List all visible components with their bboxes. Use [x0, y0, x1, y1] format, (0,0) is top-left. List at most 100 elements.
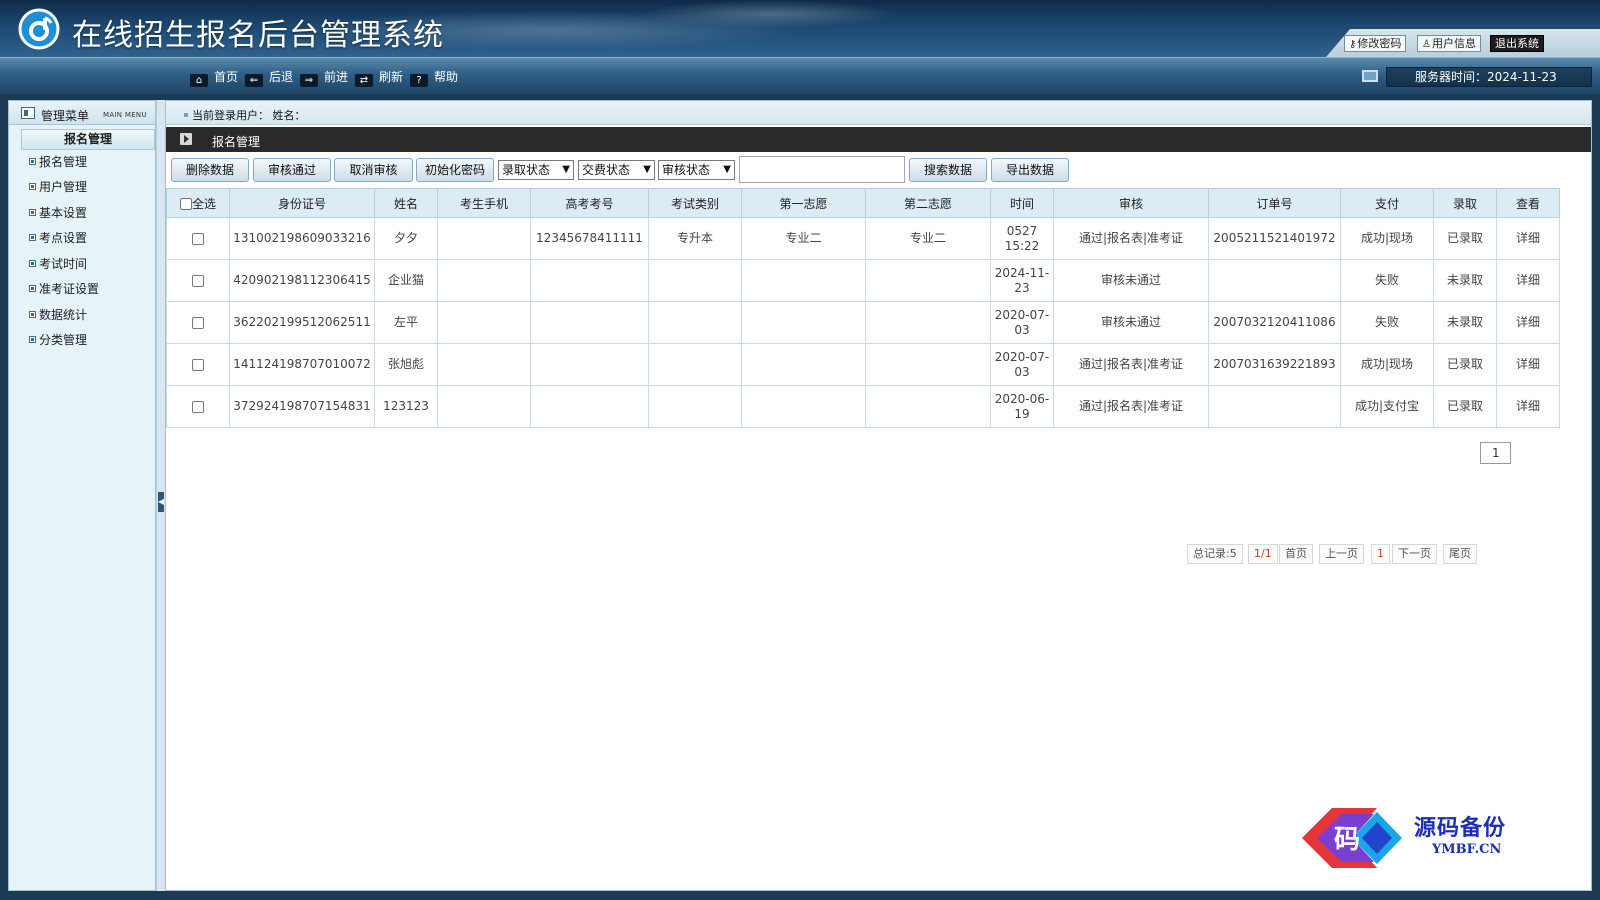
- sidebar-item-categories[interactable]: 分类管理: [29, 331, 87, 348]
- bullet-icon: [29, 336, 36, 343]
- first-page-button[interactable]: 首页: [1279, 544, 1313, 564]
- time-cell: 2020-07-03: [990, 343, 1054, 386]
- category-cell: [648, 259, 742, 302]
- sidebar: 管理菜单 MAIN MENU 报名管理 报名管理 用户管理 基本设置 考点设置 …: [8, 100, 156, 891]
- column-header: 考试类别: [648, 188, 742, 218]
- current-user-bar: 当前登录用户： 姓名：: [166, 101, 1591, 125]
- chevron-down-icon: ▼: [562, 164, 570, 175]
- choice1-cell: [741, 343, 866, 386]
- select-all-header[interactable]: 全选: [166, 188, 230, 218]
- sidebar-item-registration[interactable]: 报名管理: [29, 153, 87, 170]
- exam-no-cell: 12345678411111: [530, 217, 649, 260]
- row-checkbox[interactable]: [192, 274, 204, 287]
- change-password-link[interactable]: ⚷修改密码: [1344, 35, 1407, 52]
- sidebar-item-statistics[interactable]: 数据统计: [29, 306, 87, 323]
- watermark-logo-icon: 码: [1302, 808, 1402, 868]
- fee-status-select[interactable]: 交费状态 ▼: [578, 160, 655, 180]
- next-page-button[interactable]: 下一页: [1392, 544, 1437, 564]
- review-links[interactable]: 审核未通过: [1053, 301, 1209, 344]
- choice1-cell: [741, 385, 866, 428]
- total-records: 总记录:5: [1187, 544, 1243, 564]
- home-icon: ⌂: [190, 74, 208, 87]
- pay-status: 成功|现场: [1340, 343, 1434, 386]
- page-jump-input[interactable]: 1: [1480, 442, 1511, 464]
- forward-icon: ⇒: [300, 74, 318, 87]
- user-info-link[interactable]: ♙用户信息: [1417, 35, 1481, 52]
- detail-link[interactable]: 详细: [1496, 217, 1560, 260]
- detail-link[interactable]: 详细: [1496, 343, 1560, 386]
- category-cell: 专升本: [648, 217, 742, 260]
- menu-icon: [21, 107, 35, 119]
- column-header: 第一志愿: [741, 188, 866, 218]
- toolbar-refresh[interactable]: ⇄ 刷新: [355, 70, 403, 87]
- table-row: 372924198707154831 123123 2020-06-19 通过|…: [166, 385, 1560, 428]
- sidebar-group-header[interactable]: 报名管理: [21, 129, 155, 150]
- search-input[interactable]: [739, 156, 905, 183]
- toolbar-help[interactable]: ? 帮助: [410, 70, 458, 87]
- review-links[interactable]: 审核未通过: [1053, 259, 1209, 302]
- name-cell: 123123: [374, 385, 438, 428]
- id-cell: 131002198609033216: [229, 217, 375, 260]
- app-logo-icon: [18, 8, 60, 50]
- init-password-button[interactable]: 初始化密码: [416, 158, 494, 182]
- header-decoration: [640, 0, 900, 28]
- review-status-select[interactable]: 审核状态 ▼: [658, 160, 735, 180]
- approve-button[interactable]: 审核通过: [253, 158, 331, 182]
- review-links[interactable]: 通过|报名表|准考证: [1053, 385, 1209, 428]
- watermark-text: 源码备份: [1414, 815, 1507, 841]
- choice2-cell: [865, 259, 991, 302]
- sidebar-item-basic-settings[interactable]: 基本设置: [29, 204, 87, 221]
- admit-status-select[interactable]: 录取状态 ▼: [498, 160, 574, 180]
- review-links[interactable]: 通过|报名表|准考证: [1053, 343, 1209, 386]
- cancel-approve-button[interactable]: 取消审核: [334, 158, 413, 182]
- detail-link[interactable]: 详细: [1496, 385, 1560, 428]
- row-checkbox[interactable]: [192, 358, 204, 371]
- sidebar-item-exam-time[interactable]: 考试时间: [29, 255, 87, 272]
- exam-no-cell: [530, 385, 649, 428]
- collapse-arrow-icon[interactable]: ◀: [158, 492, 164, 512]
- detail-link[interactable]: 详细: [1496, 301, 1560, 344]
- main-content: 当前登录用户： 姓名： 报名管理 删除数据 审核通过 取消审核 初始化密码 录取…: [165, 100, 1592, 891]
- monitor-icon: [1362, 70, 1378, 82]
- toolbar-forward[interactable]: ⇒ 前进: [300, 70, 348, 87]
- table-row: 420902198112306415 企业猫 2024-11-23 审核未通过 …: [166, 259, 1560, 302]
- admit-status: 未录取: [1433, 301, 1497, 344]
- toolbar-back[interactable]: ⇐ 后退: [245, 70, 293, 87]
- row-checkbox[interactable]: [192, 316, 204, 329]
- pay-status: 成功|支付宝: [1340, 385, 1434, 428]
- nav-toolbar: ⌂ 首页 ⇐ 后退 ⇒ 前进 ⇄ 刷新 ? 帮助 服务器时间：2024-11-23: [0, 57, 1600, 94]
- search-button[interactable]: 搜索数据: [909, 158, 987, 182]
- sidebar-splitter[interactable]: ◀: [156, 100, 165, 891]
- select-all-checkbox[interactable]: [179, 198, 192, 210]
- order-cell: [1208, 385, 1341, 428]
- toolbar-home[interactable]: ⌂ 首页: [190, 70, 238, 87]
- column-header: 查看: [1496, 188, 1560, 218]
- admit-status: 未录取: [1433, 259, 1497, 302]
- watermark-logo-char: 码: [1334, 825, 1360, 855]
- sidebar-item-exam-sites[interactable]: 考点设置: [29, 229, 87, 246]
- export-button[interactable]: 导出数据: [991, 158, 1069, 182]
- logout-button[interactable]: 退出系统: [1490, 35, 1544, 52]
- row-checkbox[interactable]: [192, 232, 204, 245]
- detail-link[interactable]: 详细: [1496, 259, 1560, 302]
- id-cell: 420902198112306415: [229, 259, 375, 302]
- sidebar-title-en: MAIN MENU: [103, 111, 147, 119]
- bullet-icon: [29, 209, 36, 216]
- current-page[interactable]: 1: [1371, 544, 1390, 564]
- review-links[interactable]: 通过|报名表|准考证: [1053, 217, 1209, 260]
- order-cell: 2005211521401972: [1208, 217, 1341, 260]
- sidebar-item-users[interactable]: 用户管理: [29, 178, 87, 195]
- category-cell: [648, 301, 742, 344]
- order-cell: [1208, 259, 1341, 302]
- column-header: 第二志愿: [865, 188, 991, 218]
- prev-page-button[interactable]: 上一页: [1319, 544, 1364, 564]
- choice1-cell: [741, 259, 866, 302]
- last-page-button[interactable]: 尾页: [1443, 544, 1477, 564]
- name-cell: 企业猫: [374, 259, 438, 302]
- sidebar-item-admission-ticket[interactable]: 准考证设置: [29, 280, 99, 297]
- section-header: 报名管理: [166, 127, 1591, 152]
- pay-status: 失败: [1340, 301, 1434, 344]
- name-cell: 左平: [374, 301, 438, 344]
- delete-button[interactable]: 删除数据: [171, 158, 249, 182]
- row-checkbox[interactable]: [192, 400, 204, 413]
